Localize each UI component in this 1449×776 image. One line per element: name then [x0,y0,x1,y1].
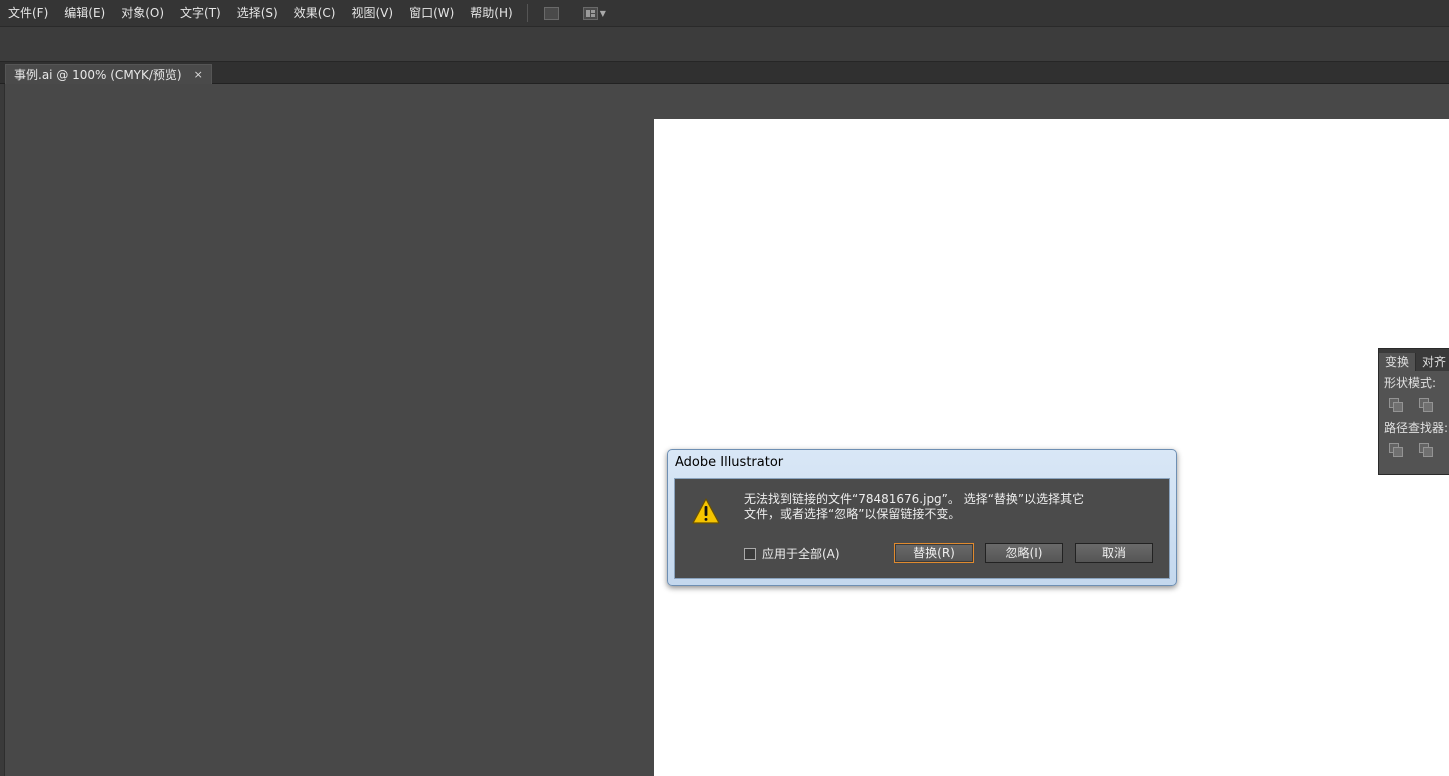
chevron-down-icon[interactable]: ▼ [600,9,606,18]
menu-help[interactable]: 帮助(H) [462,0,520,26]
pathfinders-row [1379,439,1449,461]
control-bar [0,27,1449,62]
trim-icon[interactable] [1419,443,1433,457]
menu-object[interactable]: 对象(O) [113,0,172,26]
menu-bar: 文件(F) 编辑(E) 对象(O) 文字(T) 选择(S) 效果(C) 视图(V… [0,0,1449,27]
dialog-message: 无法找到链接的文件“78481676.jpg”。 选择“替换”以选择其它 文件，… [744,492,1085,521]
close-icon[interactable]: × [194,68,203,81]
dialog-title: Adobe Illustrator [675,455,784,470]
divide-icon[interactable] [1389,443,1403,457]
menu-edit[interactable]: 编辑(E) [56,0,113,26]
minus-front-icon[interactable] [1419,398,1433,412]
ignore-button[interactable]: 忽略(I) [985,543,1063,563]
shape-modes-label: 形状模式: [1384,376,1437,390]
cancel-button[interactable]: 取消 [1075,543,1153,563]
apply-all-label: 应用于全部(A) [762,547,840,561]
pathfinder-panel: 变换 对齐 形状模式: 路径查找器: [1378,348,1449,475]
replace-button[interactable]: 替换(R) [894,543,974,563]
document-tab-title: 事例.ai @ 100% (CMYK/预览) [14,68,182,82]
bridge-icon[interactable] [543,6,559,20]
shape-modes-row [1379,394,1449,416]
apply-all-checkbox[interactable] [744,547,756,560]
apply-all-option[interactable]: 应用于全部(A) [744,545,840,562]
menu-select[interactable]: 选择(S) [229,0,286,26]
unite-icon[interactable] [1389,398,1403,412]
menu-window[interactable]: 窗口(W) [401,0,462,26]
menu-view[interactable]: 视图(V) [343,0,401,26]
menu-effect[interactable]: 效果(C) [286,0,344,26]
document-tab-bar: 事例.ai @ 100% (CMYK/预览) × [0,62,1449,84]
arrange-documents-icon[interactable] [582,6,598,20]
dialog-body: 无法找到链接的文件“78481676.jpg”。 选择“替换”以选择其它 文件，… [674,478,1170,579]
pathfinders-label: 路径查找器: [1384,421,1449,435]
menu-type[interactable]: 文字(T) [172,0,229,26]
tab-transform[interactable]: 变换 [1379,353,1417,371]
artboard[interactable] [654,119,1449,776]
missing-link-dialog: Adobe Illustrator 无法找到链接的文件“78481676.jpg… [667,449,1177,586]
menu-separator [526,4,528,22]
menu-file[interactable]: 文件(F) [0,0,56,26]
document-tab[interactable]: 事例.ai @ 100% (CMYK/预览) × [5,64,212,84]
tab-align[interactable]: 对齐 [1416,353,1449,371]
panel-tabs: 变换 对齐 [1379,349,1449,371]
warning-icon [692,498,720,524]
